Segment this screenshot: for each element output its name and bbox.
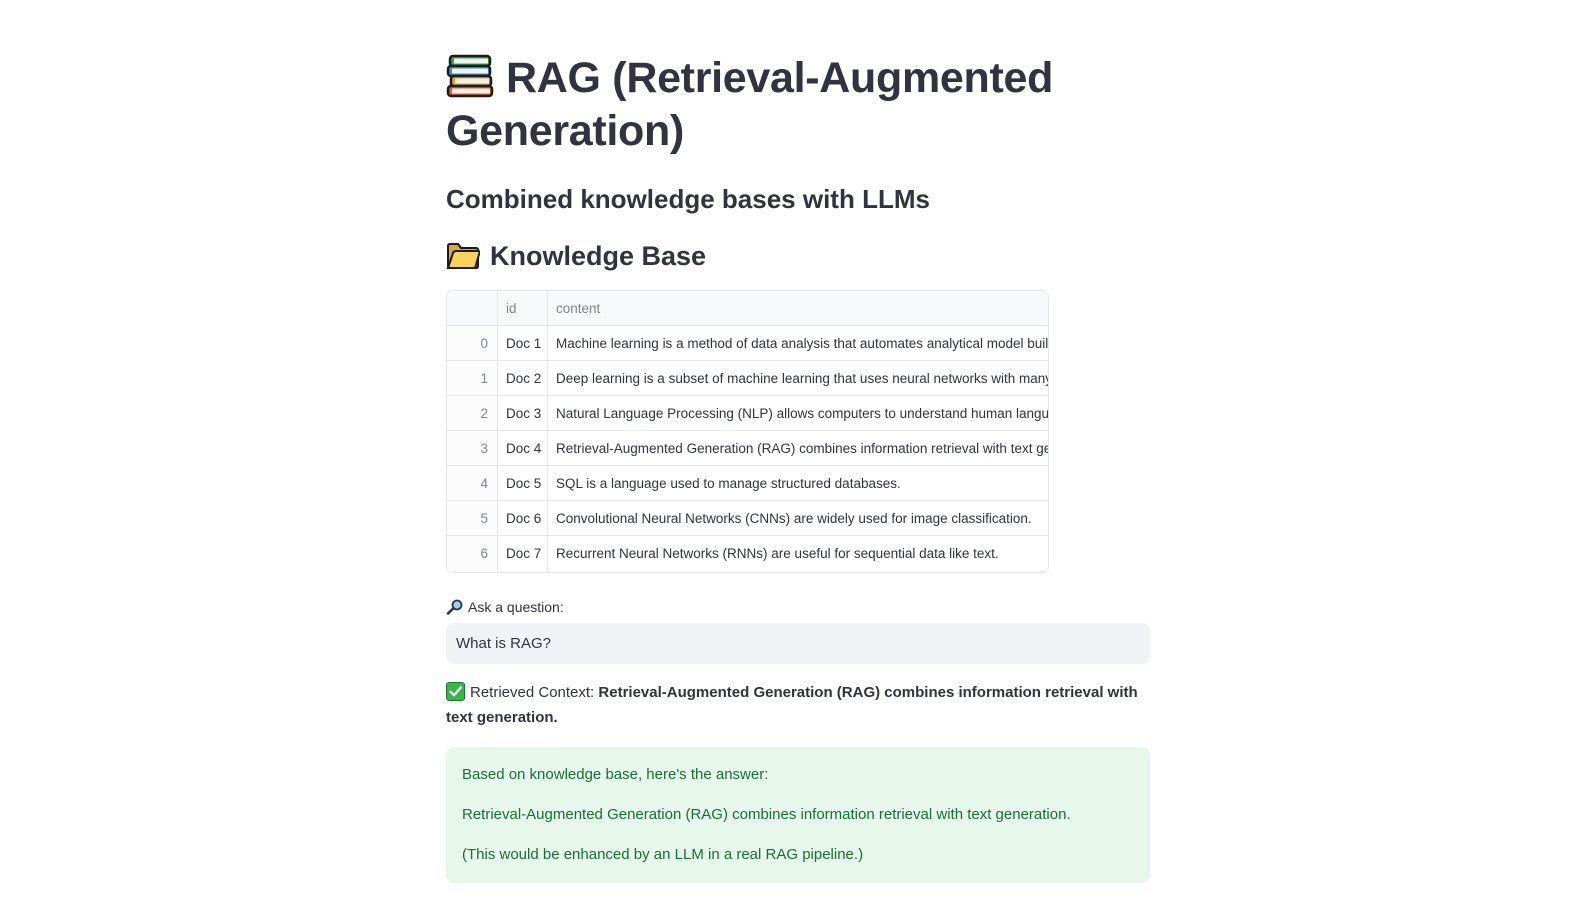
knowledge-base-table[interactable]: id content 0 Doc 1 Machine learning is a…	[446, 290, 1049, 573]
row-index: 0	[447, 326, 498, 360]
answer-intro: Based on knowledge base, here's the answ…	[462, 766, 769, 783]
table-row[interactable]: 4 Doc 5 SQL is a language used to manage…	[447, 466, 1048, 501]
retrieved-context-label: Retrieved Context:	[470, 684, 595, 701]
answer-success-box: Based on knowledge base, here's the answ…	[446, 747, 1150, 883]
cell-id[interactable]: Doc 4	[498, 431, 548, 465]
cell-id[interactable]: Doc 7	[498, 536, 548, 571]
row-index: 6	[447, 536, 498, 571]
table-row[interactable]: 2 Doc 3 Natural Language Processing (NLP…	[447, 396, 1048, 431]
column-header-index[interactable]	[447, 291, 498, 325]
cell-id[interactable]: Doc 2	[498, 361, 548, 395]
cell-id[interactable]: Doc 3	[498, 396, 548, 430]
cell-content[interactable]: Machine learning is a method of data ana…	[548, 326, 1048, 360]
cell-content[interactable]: Recurrent Neural Networks (RNNs) are use…	[548, 536, 1048, 571]
row-index: 3	[447, 431, 498, 465]
cell-content[interactable]: Convolutional Neural Networks (CNNs) are…	[548, 501, 1048, 535]
column-header-id[interactable]: id	[498, 291, 548, 325]
row-index: 4	[447, 466, 498, 500]
cell-content[interactable]: Deep learning is a subset of machine lea…	[548, 361, 1048, 395]
question-label-text: Ask a question:	[468, 599, 564, 615]
table-row[interactable]: 5 Doc 6 Convolutional Neural Networks (C…	[447, 501, 1048, 536]
cell-content[interactable]: SQL is a language used to manage structu…	[548, 466, 1048, 500]
cell-id[interactable]: Doc 5	[498, 466, 548, 500]
books-icon	[446, 54, 494, 98]
page-title: RAG (Retrieval-Augmented Generation)	[446, 52, 1150, 158]
cell-content[interactable]: Retrieval-Augmented Generation (RAG) com…	[548, 431, 1048, 465]
row-index: 1	[447, 361, 498, 395]
question-input[interactable]	[446, 623, 1150, 664]
table-header-row: id content	[447, 291, 1048, 326]
knowledge-base-heading-text: Knowledge Base	[490, 241, 707, 271]
table-row[interactable]: 6 Doc 7 Recurrent Neural Networks (RNNs)…	[447, 536, 1048, 571]
row-index: 2	[447, 396, 498, 430]
page-subtitle: Combined knowledge bases with LLMs	[446, 184, 930, 214]
check-icon	[446, 682, 465, 701]
table-row[interactable]: 0 Doc 1 Machine learning is a method of …	[447, 326, 1048, 361]
row-index: 5	[447, 501, 498, 535]
cell-content[interactable]: Natural Language Processing (NLP) allows…	[548, 396, 1048, 430]
table-row[interactable]: 1 Doc 2 Deep learning is a subset of mac…	[447, 361, 1048, 396]
cell-id[interactable]: Doc 6	[498, 501, 548, 535]
question-label: Ask a question:	[446, 598, 564, 616]
answer-note: (This would be enhanced by an LLM in a r…	[462, 846, 864, 863]
table-row[interactable]: 3 Doc 4 Retrieval-Augmented Generation (…	[447, 431, 1048, 466]
knowledge-base-heading: Knowledge Base	[446, 238, 706, 274]
cell-id[interactable]: Doc 1	[498, 326, 548, 360]
page-title-text: RAG (Retrieval-Augmented Generation)	[446, 54, 1054, 155]
column-header-content[interactable]: content	[548, 291, 1048, 325]
folder-icon	[446, 243, 480, 269]
retrieved-context: Retrieved Context: Retrieval-Augmented G…	[446, 680, 1150, 730]
magnifier-icon	[446, 599, 463, 615]
answer-body: Retrieval-Augmented Generation (RAG) com…	[462, 806, 1071, 823]
